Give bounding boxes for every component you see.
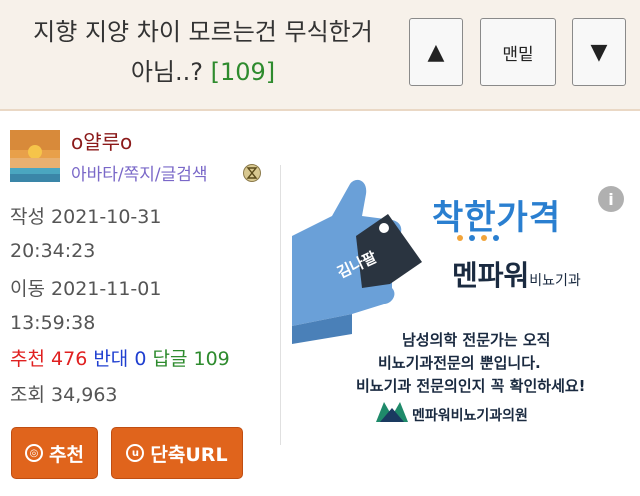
moved-date: 2021-11-01 <box>51 278 162 300</box>
short-url-button-label: 단축URL <box>150 443 228 466</box>
written-date-row: 작성 2021-10-31 <box>10 204 161 230</box>
recommend-button[interactable]: ◎ 추천 <box>11 427 98 479</box>
views-row: 조회 34,963 <box>10 382 118 408</box>
scroll-up-button[interactable]: ▲ <box>409 18 463 86</box>
clinic-logo-icon <box>376 400 408 424</box>
ad-brand: 멘파워비뇨기과 <box>452 254 581 294</box>
oppose-label: 반대 <box>93 348 129 370</box>
written-time: 20:34:23 <box>10 240 96 262</box>
avatar[interactable] <box>10 130 60 182</box>
reply-count: 109 <box>193 348 230 370</box>
oppose-count: 0 <box>134 348 147 370</box>
down-arrow-icon: ▼ <box>590 39 608 65</box>
moved-time: 13:59:38 <box>10 312 96 334</box>
recommend-button-label: 추천 <box>49 443 84 466</box>
views-label: 조회 <box>10 384 45 406</box>
vote-stats-row: 추천 476 반대 0 답글 109 <box>10 346 230 372</box>
post-title: 지향 지양 차이 모르는건 무식한거 아님..? [109] <box>8 12 398 92</box>
ad-copy-line2: 비뇨기과전문의 뿐입니다. <box>378 354 541 372</box>
scroll-bottom-label: 맨밑 <box>502 44 534 65</box>
written-label: 작성 <box>10 206 45 228</box>
moved-date-row: 이동 2021-11-01 <box>10 276 161 302</box>
url-circle-icon: u <box>126 444 145 462</box>
author-links[interactable]: 아바타/쪽지/글검색 <box>71 160 208 185</box>
hourglass-icon <box>246 167 258 179</box>
post-title-line2: 아님..? <box>130 58 203 86</box>
post-title-line1: 지향 지양 차이 모르는건 무식한거 <box>33 18 373 46</box>
written-date: 2021-10-31 <box>51 206 162 228</box>
reply-label: 답글 <box>152 348 188 370</box>
ad-headline: 착한가격 <box>432 198 562 238</box>
recommend-circle-icon: ◎ <box>25 444 44 462</box>
ad-copy-line3: 비뇨기과 전문의인지 꼭 확인하세요! <box>356 377 586 395</box>
comment-count[interactable]: [109] <box>211 58 276 86</box>
scroll-down-button[interactable]: ▼ <box>572 18 626 86</box>
level-badge-icon <box>243 164 261 182</box>
moved-label: 이동 <box>10 278 45 300</box>
scroll-bottom-button[interactable]: 맨밑 <box>480 18 556 86</box>
avatar-image <box>10 130 60 182</box>
recommend-label: 추천 <box>10 348 45 370</box>
ad-brand-suffix: 비뇨기과 <box>529 273 581 289</box>
recommend-count: 476 <box>51 348 88 370</box>
ad-info-icon[interactable]: i <box>598 186 624 212</box>
short-url-button[interactable]: u 단축URL <box>111 427 243 479</box>
views-count: 34,963 <box>51 384 118 406</box>
up-arrow-icon: ▲ <box>427 39 445 65</box>
ad-footer: 멘파워비뇨기과의원 <box>412 408 528 424</box>
author-name[interactable]: o얄루o <box>71 126 132 155</box>
ad-brand-name: 멘파워 <box>452 259 530 292</box>
post-header: 지향 지양 차이 모르는건 무식한거 아님..? [109] ▲ 맨밑 ▼ <box>0 0 640 111</box>
ad-copy-line1: 남성의학 전문가는 오직 <box>402 331 551 349</box>
